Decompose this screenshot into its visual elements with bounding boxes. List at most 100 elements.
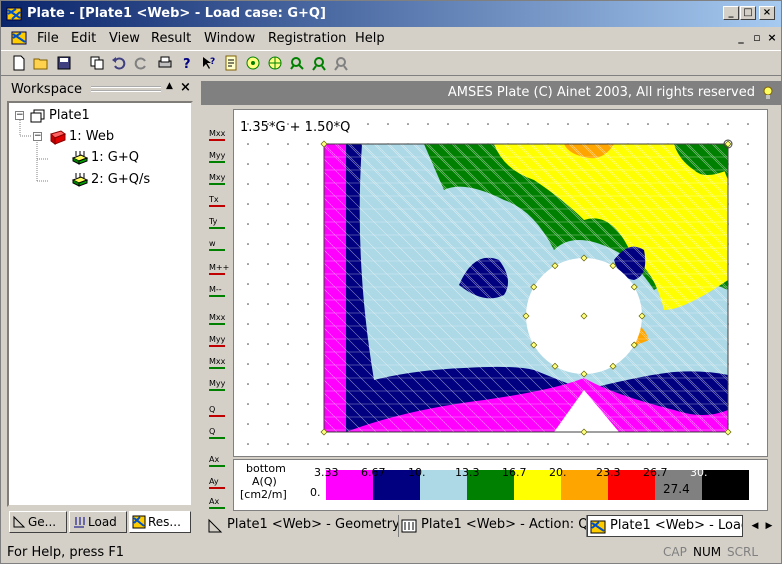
doc-tab-load[interactable]: Plate1 <Web> - Load — [587, 515, 743, 537]
help-icon[interactable]: ? — [179, 55, 195, 71]
grid-dot — [327, 443, 329, 445]
result-tool-2[interactable]: Mxy — [207, 169, 229, 187]
workspace-tree[interactable]: − Plate1 − 1: Web 1: G+Q 2: G+Q/s — [7, 101, 193, 507]
web-icon — [50, 130, 67, 145]
plate-icon — [30, 109, 45, 123]
grid-dot — [307, 303, 309, 305]
menu-view[interactable]: View — [109, 31, 140, 46]
tab-scroll-right-icon[interactable]: ▶ — [763, 519, 775, 533]
panel-pin-icon[interactable]: ▲ — [166, 81, 173, 91]
grid-dot — [447, 123, 449, 125]
menu-window[interactable]: Window — [204, 31, 255, 46]
close-button[interactable]: × — [759, 6, 775, 20]
tree-collapse-web[interactable]: − — [33, 132, 42, 141]
grid-dot — [307, 423, 309, 425]
legend-label: 20. — [549, 466, 567, 479]
panel-grip[interactable] — [91, 86, 161, 92]
grid-dot — [307, 123, 309, 125]
result-tool-16[interactable]: Ax — [207, 493, 229, 511]
result-tool-10[interactable]: Mxx — [207, 353, 229, 371]
result-tool-8[interactable]: Mxx — [207, 309, 229, 327]
result-tool-12[interactable]: Q — [207, 401, 229, 419]
result-tool-5[interactable]: w — [207, 235, 229, 253]
redo-icon[interactable] — [133, 55, 149, 71]
mdi-minimize-button[interactable]: _ — [735, 32, 747, 44]
result-tool-label: Ay — [209, 477, 219, 486]
grid-dot — [247, 263, 249, 265]
menu-result[interactable]: Result — [151, 31, 191, 46]
tree-collapse-plate[interactable]: − — [15, 111, 24, 120]
copy-icon[interactable] — [89, 55, 105, 71]
plate-view[interactable]: 1.35*G + 1.50*Q — [233, 109, 768, 457]
doc-tab-action[interactable]: Plate1 <Web> - Action: Q — [399, 515, 587, 537]
grid-dot — [347, 123, 349, 125]
result-tool-3[interactable]: Tx — [207, 191, 229, 209]
menu-file[interactable]: File — [37, 31, 59, 46]
report-icon[interactable] — [223, 55, 239, 71]
open-folder-icon[interactable] — [33, 55, 49, 71]
result-tool-7[interactable]: M-- — [207, 281, 229, 299]
grid-dot — [267, 163, 269, 165]
grid-dot — [247, 423, 249, 425]
result-tool-6[interactable]: M++ — [207, 259, 229, 277]
result-tool-underline — [209, 507, 225, 509]
workspace-close-button[interactable]: × — [180, 80, 191, 95]
grid-dot — [747, 423, 749, 425]
grid-dot — [687, 123, 689, 125]
grid-dot — [747, 363, 749, 365]
mdi-close-button[interactable]: × — [766, 32, 778, 44]
menu-bar: File Edit View Result Window Registratio… — [1, 27, 781, 49]
grid-dot — [287, 443, 289, 445]
lightbulb-icon[interactable] — [761, 85, 775, 101]
zoom-icon[interactable] — [289, 55, 305, 71]
result-tool-label: Ty — [209, 217, 218, 226]
tab-load[interactable]: Load — [69, 511, 127, 533]
action-icon — [401, 519, 417, 533]
grid-dot — [287, 263, 289, 265]
grid-dot — [347, 443, 349, 445]
grid-dot — [247, 323, 249, 325]
result-tool-label: Ax — [209, 455, 220, 464]
minimize-button[interactable]: _ — [723, 6, 739, 20]
result-tool-11[interactable]: Myy — [207, 375, 229, 393]
maximize-button[interactable]: □ — [740, 6, 756, 20]
menu-edit[interactable]: Edit — [71, 31, 96, 46]
result-tool-underline — [209, 389, 225, 391]
tab-results[interactable]: Res... — [129, 511, 191, 533]
doc-tab-geometry[interactable]: Plate1 <Web> - Geometry — [205, 515, 399, 537]
print-icon[interactable] — [157, 55, 173, 71]
result-tool-13[interactable]: Q — [207, 423, 229, 441]
save-icon[interactable] — [56, 55, 72, 71]
grid-dot — [747, 243, 749, 245]
result-tool-1[interactable]: Myy — [207, 147, 229, 165]
grid-dot — [267, 183, 269, 185]
menu-help[interactable]: Help — [355, 31, 385, 46]
undo-icon[interactable] — [111, 55, 127, 71]
result-tool-4[interactable]: Ty — [207, 213, 229, 231]
zoom-out-icon[interactable] — [333, 55, 349, 71]
result-tool-0[interactable]: Mxx — [207, 125, 229, 143]
result-tool-underline — [209, 437, 225, 439]
tab-scroll-left-icon[interactable]: ◀ — [749, 519, 761, 533]
result-tool-9[interactable]: Myy — [207, 331, 229, 349]
grid-dot — [307, 443, 309, 445]
result-tool-underline — [209, 465, 225, 467]
grid-dot — [267, 123, 269, 125]
grid-dot — [567, 443, 569, 445]
caps-lock-indicator: CAP — [663, 545, 687, 559]
mdi-restore-button[interactable]: ▫ — [751, 32, 763, 44]
new-file-icon[interactable] — [11, 55, 27, 71]
zoom-in-icon[interactable] — [311, 55, 327, 71]
grid-dot — [367, 123, 369, 125]
result-tool-15[interactable]: Ay — [207, 473, 229, 491]
title-bar[interactable]: Plate - [Plate1 <Web> - Load case: G+Q] … — [1, 1, 781, 27]
contour-plot[interactable] — [234, 110, 767, 456]
menu-registration[interactable]: Registration — [268, 31, 346, 46]
target-icon[interactable] — [245, 55, 261, 71]
grid-dot — [407, 443, 409, 445]
tab-geometry[interactable]: Ge... — [9, 511, 67, 533]
grid-dot — [747, 383, 749, 385]
result-tool-14[interactable]: Ax — [207, 451, 229, 469]
context-help-icon[interactable]: ? — [201, 55, 217, 71]
mesh-icon[interactable] — [267, 55, 283, 71]
